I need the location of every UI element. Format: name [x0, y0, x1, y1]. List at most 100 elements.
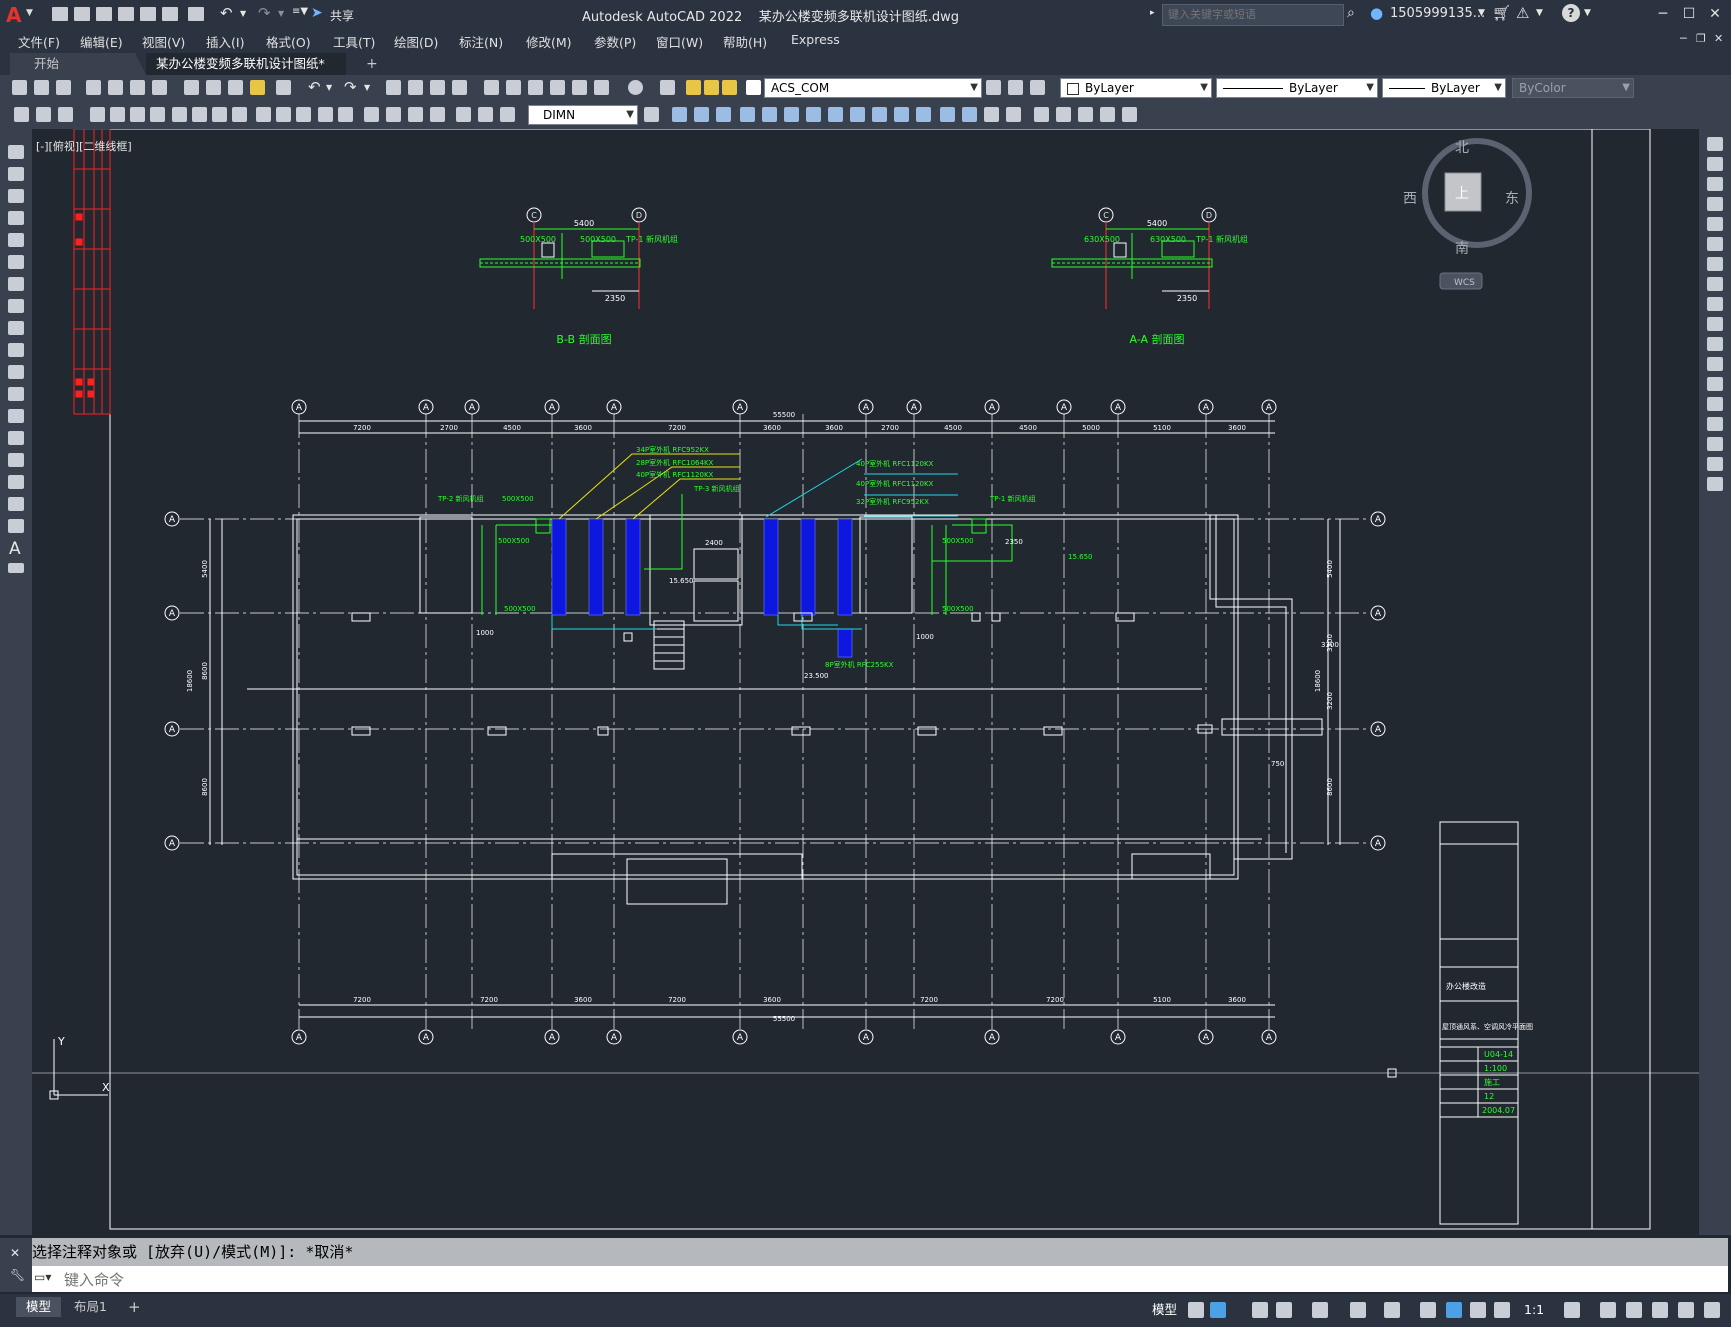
- plotstyle-dropdown[interactable]: ByColor ▼: [1512, 78, 1634, 98]
- menu-help[interactable]: 帮助(H): [723, 32, 767, 51]
- linear-dim-icon[interactable]: [90, 107, 105, 122]
- undo-dropdown-icon[interactable]: ▼: [326, 83, 332, 92]
- user-account[interactable]: 1505999135...: [1390, 6, 1485, 21]
- isodraft-icon[interactable]: [1312, 1302, 1328, 1318]
- dim-break-icon[interactable]: [338, 107, 353, 122]
- minimize-icon[interactable]: ─: [1652, 4, 1674, 24]
- menu-view[interactable]: 视图(V): [142, 32, 185, 51]
- move-icon[interactable]: [1707, 237, 1723, 251]
- lineweight-icon[interactable]: [1420, 1302, 1436, 1318]
- close-icon[interactable]: ✕: [1704, 4, 1726, 24]
- customize-qat-icon[interactable]: ≡▼: [292, 6, 308, 17]
- share-icon[interactable]: ➤: [311, 5, 323, 21]
- move-icon[interactable]: [762, 107, 777, 122]
- block-editor-icon[interactable]: [276, 80, 291, 95]
- menu-format[interactable]: 格式(O): [266, 32, 311, 51]
- join-icon[interactable]: [1707, 397, 1723, 411]
- jogged-dim-icon[interactable]: [192, 107, 207, 122]
- copy-object-icon[interactable]: [672, 107, 687, 122]
- menu-tools[interactable]: 工具(T): [333, 32, 375, 51]
- share-button[interactable]: 共享: [330, 7, 354, 24]
- menu-draw[interactable]: 绘图(D): [394, 32, 438, 51]
- user-icon[interactable]: ●: [1370, 4, 1383, 22]
- dim-edit-icon[interactable]: [456, 107, 471, 122]
- offset-icon[interactable]: [716, 107, 731, 122]
- redo-icon[interactable]: ↷: [344, 78, 357, 96]
- save-web-icon[interactable]: [162, 7, 178, 21]
- extend-icon[interactable]: [1707, 337, 1723, 351]
- chamfer-icon[interactable]: [1707, 417, 1723, 431]
- break-icon[interactable]: [1707, 377, 1723, 391]
- customize-status-icon[interactable]: [1704, 1302, 1720, 1318]
- layer-dropdown[interactable]: ACS_COM ▼: [764, 78, 982, 98]
- arc-icon[interactable]: [8, 255, 24, 269]
- dim-space-icon[interactable]: [318, 107, 333, 122]
- copy-icon[interactable]: [1707, 157, 1723, 171]
- dim-override-icon[interactable]: [644, 107, 659, 122]
- menu-parametric[interactable]: 参数(P): [594, 32, 636, 51]
- pan-icon[interactable]: [386, 80, 401, 95]
- annotation-visibility-icon[interactable]: [1446, 1302, 1462, 1318]
- menu-file[interactable]: 文件(F): [18, 32, 60, 51]
- tab-start[interactable]: 开始: [10, 53, 146, 75]
- model-space-button[interactable]: 模型: [1142, 1300, 1187, 1320]
- redo-icon[interactable]: ↷: [258, 4, 271, 22]
- plot-icon[interactable]: [86, 80, 101, 95]
- inspection-icon[interactable]: [408, 107, 423, 122]
- insert-block-icon[interactable]: [8, 387, 24, 401]
- rotate-icon[interactable]: [1707, 257, 1723, 271]
- plot-preview-icon[interactable]: [108, 80, 123, 95]
- app-menu-chevron-icon[interactable]: ▼: [26, 8, 33, 18]
- search-box[interactable]: [1162, 4, 1344, 26]
- menu-dimension[interactable]: 标注(N): [459, 32, 503, 51]
- hatch-icon[interactable]: [8, 453, 24, 467]
- chamfer-icon[interactable]: [940, 107, 955, 122]
- menu-insert[interactable]: 插入(I): [206, 32, 244, 51]
- redo-dropdown-icon[interactable]: ▼: [278, 9, 284, 18]
- auto-scale-icon[interactable]: [1470, 1302, 1486, 1318]
- baseline-dim-icon[interactable]: [276, 107, 291, 122]
- new-file-icon[interactable]: [52, 7, 68, 21]
- calculator-icon[interactable]: [594, 80, 609, 95]
- erase-icon[interactable]: [1006, 107, 1021, 122]
- layer-previous-icon[interactable]: [1008, 80, 1023, 95]
- adjust-icon[interactable]: [1100, 107, 1115, 122]
- app-dropdown-icon[interactable]: ▼: [1536, 8, 1543, 18]
- autodesk-app-icon[interactable]: ⚠︎: [1516, 4, 1529, 22]
- add-selected-icon[interactable]: [8, 563, 24, 573]
- units-icon[interactable]: [1626, 1302, 1642, 1318]
- linetype-dropdown[interactable]: ByLayer ▼: [1216, 78, 1378, 98]
- offset-icon[interactable]: [1707, 197, 1723, 211]
- table-icon[interactable]: [8, 519, 24, 533]
- fullscreen-icon[interactable]: [1678, 1302, 1694, 1318]
- fillet-icon[interactable]: [962, 107, 977, 122]
- isolate-objects-icon[interactable]: [1652, 1302, 1668, 1318]
- quick-dim-icon[interactable]: [256, 107, 271, 122]
- autocad-logo-icon[interactable]: A: [6, 3, 21, 27]
- undo-icon[interactable]: ↶: [220, 4, 233, 22]
- open-web-icon[interactable]: [140, 7, 156, 21]
- rectangle-icon[interactable]: [8, 233, 24, 247]
- dim-update-icon[interactable]: [500, 107, 515, 122]
- save-icon[interactable]: [56, 80, 71, 95]
- make-block-icon[interactable]: [8, 409, 24, 423]
- scale-value[interactable]: 1:1: [1514, 1300, 1554, 1320]
- layer-color-icon[interactable]: [746, 80, 761, 95]
- new-tab-icon[interactable]: +: [356, 53, 388, 75]
- explode-icon[interactable]: [984, 107, 999, 122]
- open-file-icon[interactable]: [74, 7, 90, 21]
- point-icon[interactable]: [8, 431, 24, 445]
- ellipse-arc-icon[interactable]: [8, 365, 24, 379]
- tab-layout1[interactable]: 布局1: [64, 1297, 117, 1317]
- maximize-icon[interactable]: ☐: [1678, 4, 1700, 24]
- blend-curves-icon[interactable]: [1707, 457, 1723, 471]
- dim-style-icon[interactable]: [36, 107, 51, 122]
- drawing-canvas[interactable]: C D 5400 500X500 500X500 TP-1 新风机组 2350 …: [32, 129, 1699, 1235]
- open-icon[interactable]: [34, 80, 49, 95]
- zoom-window-icon[interactable]: [430, 80, 445, 95]
- layer-lock-icon[interactable]: [722, 80, 737, 95]
- customize-command-icon[interactable]: 🔧︎: [10, 1268, 25, 1282]
- array-icon[interactable]: [740, 107, 755, 122]
- clip-icon[interactable]: [1078, 107, 1093, 122]
- search-input[interactable]: [1163, 5, 1343, 23]
